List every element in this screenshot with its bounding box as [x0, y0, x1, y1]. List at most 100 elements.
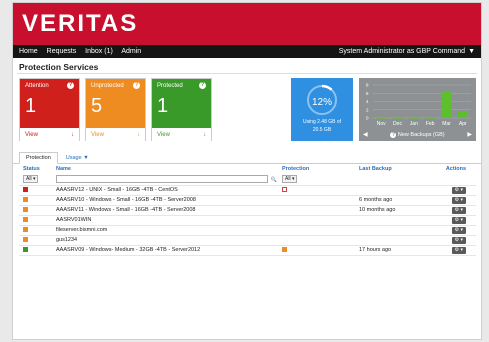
help-icon[interactable]: ? — [67, 82, 74, 89]
last-backup — [359, 225, 434, 236]
status-indicator — [23, 196, 28, 202]
protection-cell — [282, 235, 359, 246]
y-tick-label: 4 — [366, 99, 369, 104]
x-tick-label: Jan — [410, 121, 418, 127]
protection-checkbox[interactable] — [282, 186, 287, 192]
usage-line2: 20.5 GB — [312, 127, 332, 133]
actions-menu-button[interactable]: ⚙ ▾ — [451, 236, 466, 244]
table-header-row: Status Name Protection Last Backup Actio… — [19, 164, 476, 174]
actions-menu-button[interactable]: ⚙ ▾ — [451, 216, 466, 224]
protected-view-link[interactable]: View ↓ — [152, 128, 211, 141]
chevron-down-icon[interactable]: ▼ — [468, 48, 475, 55]
view-label[interactable]: View — [91, 132, 104, 138]
header-status[interactable]: Status — [19, 164, 56, 174]
table-row[interactable]: AASRV01WIN ⚙ ▾ — [19, 215, 476, 226]
nav-requests[interactable]: Requests — [47, 48, 77, 55]
arrow-down-icon: ↓ — [203, 131, 206, 138]
table-row[interactable]: AAASRV12 - UNIX - Small - 16GB -4TB - Ce… — [19, 185, 476, 196]
server-name[interactable]: AAASRV11 - Windows - Small - 16GB -4TB -… — [56, 205, 282, 216]
last-backup — [359, 235, 434, 246]
help-icon[interactable]: ? — [133, 82, 140, 89]
help-icon[interactable]: ? — [199, 82, 206, 89]
storage-usage-tile: 12% Using 2.48 GB of 20.5 GB — [291, 78, 353, 141]
chevron-right-icon[interactable]: ▶ — [467, 131, 472, 138]
unprotected-card-top: Unprotected ? 5 — [86, 79, 145, 128]
protection-filter-select[interactable]: All ▾ — [282, 175, 298, 184]
server-name[interactable]: AAASRV12 - UNIX - Small - 16GB -4TB - Ce… — [56, 185, 282, 196]
protection-checkbox[interactable] — [282, 246, 287, 252]
last-backup: 6 months ago — [359, 195, 434, 206]
new-backups-chart: 0 2 4 6 8 Nov Dec Jan Feb Mar Apr ◀ ? New Backups … — [359, 78, 476, 141]
unprotected-view-link[interactable]: View ↓ — [86, 128, 145, 141]
table-row[interactable]: AAASRV11 - Windows - Small - 16GB -4TB -… — [19, 205, 476, 216]
app-window: VERITAS Home Requests Inbox (1) Admin Sy… — [12, 2, 482, 340]
table-row[interactable]: AAASRV10 - Windows - Small - 16GB -4TB -… — [19, 195, 476, 206]
header-last-backup[interactable]: Last Backup — [359, 164, 434, 174]
status-indicator — [23, 206, 28, 212]
protection-cell — [282, 245, 359, 256]
attention-count: 1 — [25, 95, 37, 117]
table-row[interactable]: gus1234 ⚙ ▾ — [19, 235, 476, 246]
chart-bar — [392, 118, 403, 119]
actions-menu-button[interactable]: ⚙ ▾ — [451, 196, 466, 204]
nav-home[interactable]: Home — [19, 48, 38, 55]
name-filter-input[interactable] — [56, 175, 268, 184]
nav-inbox[interactable]: Inbox (1) — [85, 48, 113, 55]
x-tick-label: Feb — [426, 121, 435, 127]
chart-bar — [376, 118, 387, 119]
server-name[interactable]: AAASRV10 - Windows - Small - 16GB -4TB -… — [56, 195, 282, 206]
chevron-down-icon[interactable]: ▼ — [83, 155, 88, 161]
attention-view-link[interactable]: View ↓ — [20, 128, 79, 141]
chart-bar — [441, 91, 452, 118]
actions-menu-button[interactable]: ⚙ ▾ — [451, 246, 466, 254]
server-name[interactable]: gus1234 — [56, 235, 282, 246]
status-filter-select[interactable]: All ▾ — [23, 175, 39, 184]
top-nav: Home Requests Inbox (1) Admin System Adm… — [13, 45, 481, 58]
protected-card[interactable]: Protected ? 1 View ↓ — [151, 78, 212, 141]
status-indicator — [23, 236, 28, 242]
server-name[interactable]: AASRV01WIN — [56, 215, 282, 226]
user-menu[interactable]: System Administrator as GBP Command ▼ — [339, 48, 475, 55]
table-row[interactable]: fileserver.bismni.com ⚙ ▾ — [19, 225, 476, 236]
veritas-logo[interactable]: VERITAS — [22, 10, 138, 38]
arrow-down-icon: ↓ — [137, 131, 140, 138]
table-row[interactable]: AAASRV09 - Windows- Medium - 32GB -4TB -… — [19, 245, 476, 256]
tab-usage-label[interactable]: Usage — [66, 155, 82, 161]
view-label[interactable]: View — [157, 132, 170, 138]
protection-cell — [282, 215, 359, 226]
user-label[interactable]: System Administrator as GBP Command — [339, 48, 465, 55]
attention-card-top: Attention ? 1 — [20, 79, 79, 128]
unprotected-card[interactable]: Unprotected ? 5 View ↓ — [85, 78, 146, 141]
y-tick-label: 6 — [366, 91, 369, 96]
server-name[interactable]: AAASRV09 - Windows- Medium - 32GB -4TB -… — [56, 245, 282, 256]
attention-card[interactable]: Attention ? 1 View ↓ — [19, 78, 80, 141]
actions-menu-button[interactable]: ⚙ ▾ — [451, 186, 466, 194]
x-tick-label: Apr — [459, 121, 467, 127]
protected-count: 1 — [157, 95, 169, 117]
usage-line1: Using 2.48 GB of — [302, 119, 342, 125]
unprotected-count: 5 — [91, 95, 103, 117]
last-backup — [359, 185, 434, 196]
arrow-down-icon: ↓ — [71, 131, 74, 138]
protection-cell — [282, 225, 359, 236]
status-indicator — [23, 246, 28, 252]
search-icon[interactable]: 🔍 — [271, 177, 277, 183]
chart-caption-text: New Backups (GB) — [397, 132, 445, 138]
help-icon[interactable]: ? — [390, 132, 397, 138]
chart-bar — [425, 118, 436, 119]
nav-admin[interactable]: Admin — [121, 48, 141, 55]
header-protection[interactable]: Protection — [282, 164, 359, 174]
status-indicator — [23, 226, 28, 232]
tab-usage[interactable]: Usage ▼ — [60, 153, 95, 163]
filter-row: All ▾ 🔍 All ▾ — [19, 174, 476, 186]
chart-caption: ? New Backups (GB) — [359, 132, 476, 138]
chart-bar — [408, 118, 419, 119]
server-name[interactable]: fileserver.bismni.com — [56, 225, 282, 236]
actions-menu-button[interactable]: ⚙ ▾ — [451, 226, 466, 234]
protected-card-top: Protected ? 1 — [152, 79, 211, 128]
view-label[interactable]: View — [25, 132, 38, 138]
header-name[interactable]: Name — [56, 164, 282, 174]
tab-protection[interactable]: Protection — [19, 152, 58, 164]
x-tick-label: Nov — [377, 121, 386, 127]
actions-menu-button[interactable]: ⚙ ▾ — [451, 206, 466, 214]
